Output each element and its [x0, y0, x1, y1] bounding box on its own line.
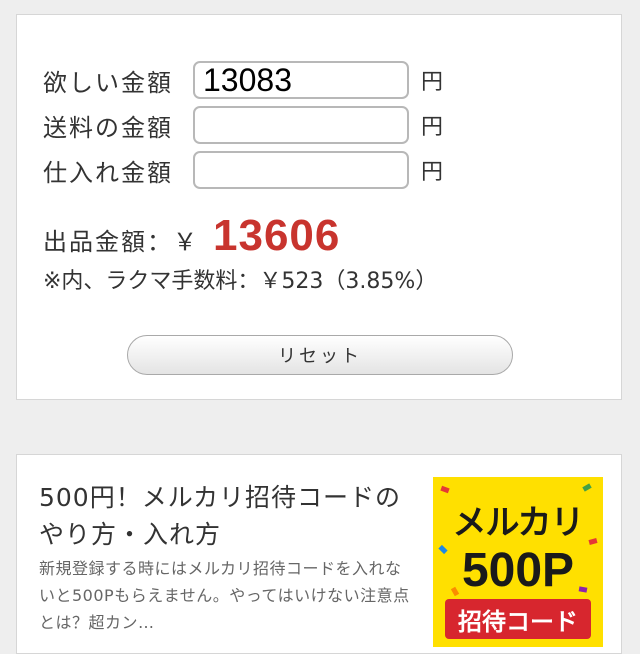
- shipping-amount-input[interactable]: [193, 106, 409, 144]
- shipping-amount-unit: 円: [421, 115, 444, 140]
- thumbnail-points-text: 500P: [461, 544, 575, 597]
- article-card[interactable]: 500円！メルカリ招待コードのやり方・入れ方 新規登録する時にはメルカリ招待コー…: [16, 454, 622, 654]
- listing-price-label: 出品金額：￥: [43, 228, 199, 256]
- listing-price-result: 出品金額：￥ 13606: [43, 211, 340, 261]
- reset-button[interactable]: リセット: [127, 335, 513, 375]
- shipping-amount-label: 送料の金額: [43, 113, 173, 142]
- article-title[interactable]: 500円！メルカリ招待コードのやり方・入れ方: [39, 479, 411, 553]
- purchase-amount-label: 仕入れ金額: [43, 158, 173, 187]
- desired-amount-unit: 円: [421, 70, 444, 95]
- purchase-amount-input[interactable]: [193, 151, 409, 189]
- desired-amount-label: 欲しい金額: [43, 68, 173, 97]
- desired-amount-row: 欲しい金額 円: [43, 59, 443, 101]
- fee-breakdown-text: ※内、ラクマ手数料：￥523（3.85%）: [43, 269, 438, 294]
- fee-calculator-card: 欲しい金額 円 送料の金額 円 仕入れ金額 円 出品金額：￥ 13606 ※内、…: [16, 14, 622, 400]
- shipping-amount-row: 送料の金額 円: [43, 104, 443, 146]
- confetti-piece: [582, 483, 592, 492]
- thumbnail-brand-text: メルカリ: [452, 503, 585, 543]
- article-excerpt: 新規登録する時にはメルカリ招待コードを入れないと500Pもらえません。やってはい…: [39, 559, 410, 632]
- purchase-amount-unit: 円: [421, 160, 444, 185]
- desired-amount-input[interactable]: [193, 61, 409, 99]
- confetti-piece: [440, 485, 450, 494]
- listing-price-value: 13606: [213, 211, 341, 260]
- purchase-amount-row: 仕入れ金額 円: [43, 149, 443, 191]
- article-thumbnail[interactable]: メルカリ 500P 招待コード: [433, 477, 603, 647]
- thumbnail-banner: 招待コード: [445, 599, 591, 639]
